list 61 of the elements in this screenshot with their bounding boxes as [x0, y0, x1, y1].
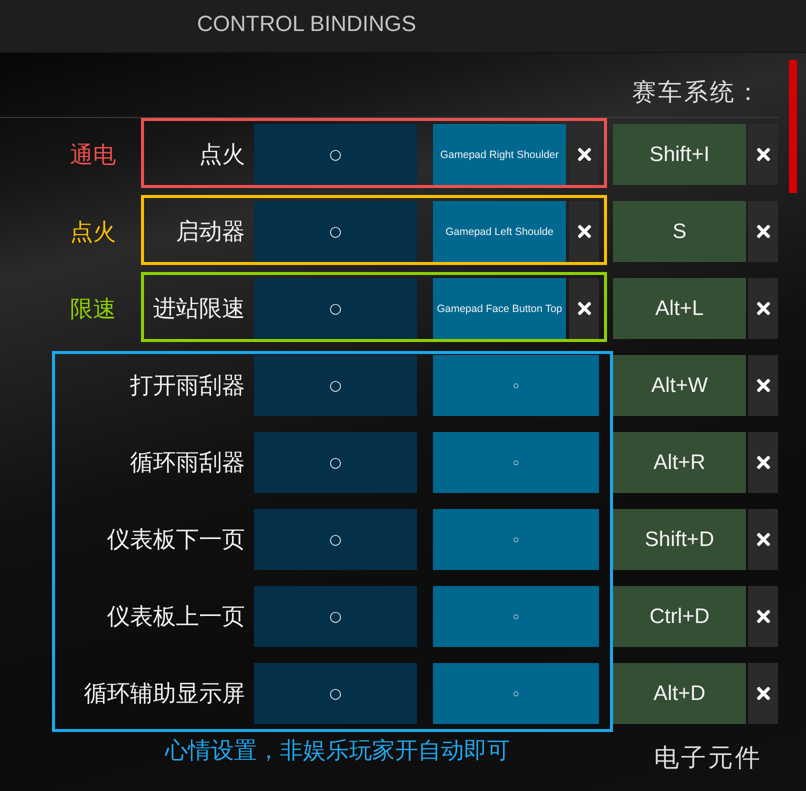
annotation-note: 心情设置，非娱乐玩家开自动即可 — [165, 738, 510, 764]
section-title: 赛车系统： — [632, 77, 762, 108]
gamepad-binding-button[interactable]: Gamepad Face Button Top — [433, 278, 566, 339]
action-label: 循环辅助显示屏 — [84, 680, 245, 709]
clear-button[interactable] — [748, 355, 778, 416]
primary-binding-button[interactable]: ○ — [254, 124, 417, 185]
gamepad-binding-button[interactable]: Gamepad Left Shoulde — [433, 201, 566, 262]
section-title: 电子元件 — [654, 742, 762, 774]
keyboard-binding-button[interactable]: S — [613, 201, 746, 262]
keyboard-binding-button[interactable]: Alt+R — [613, 432, 746, 493]
keyboard-binding-button[interactable]: Alt+W — [613, 355, 746, 416]
clear-button[interactable] — [748, 432, 778, 493]
annotation-note: 限速 — [70, 295, 116, 324]
close-icon — [578, 302, 590, 315]
clear-button[interactable] — [748, 663, 778, 724]
clear-button[interactable] — [748, 278, 778, 339]
annotation-note: 点火 — [70, 218, 116, 247]
action-label: 启动器 — [176, 218, 245, 247]
close-icon — [756, 533, 770, 546]
close-icon — [578, 225, 590, 238]
window-title: CONTROL BINDINGS — [197, 11, 416, 37]
gamepad-binding-button[interactable]: ○ — [433, 355, 599, 416]
primary-binding-button[interactable]: ○ — [254, 663, 417, 724]
close-icon — [756, 148, 770, 161]
primary-binding-button[interactable]: ○ — [254, 355, 417, 416]
clear-button[interactable] — [569, 278, 599, 339]
keyboard-binding-button[interactable]: Alt+D — [613, 663, 746, 724]
action-label: 仪表板上一页 — [107, 603, 245, 632]
action-label: 循环雨刮器 — [130, 449, 245, 478]
close-icon — [756, 687, 770, 700]
primary-binding-button[interactable]: ○ — [254, 278, 417, 339]
clear-button[interactable] — [748, 509, 778, 570]
action-label: 点火 — [199, 141, 245, 170]
keyboard-binding-button[interactable]: Ctrl+D — [613, 586, 746, 647]
keyboard-binding-button[interactable]: Alt+L — [613, 278, 746, 339]
clear-button[interactable] — [748, 201, 778, 262]
gamepad-binding-button[interactable]: Gamepad Right Shoulder — [433, 124, 566, 185]
annotation-note: 通电 — [70, 141, 116, 170]
primary-binding-button[interactable]: ○ — [254, 201, 417, 262]
close-icon — [756, 610, 770, 623]
gamepad-binding-button[interactable]: ○ — [433, 509, 599, 570]
primary-binding-button[interactable]: ○ — [254, 509, 417, 570]
close-icon — [756, 379, 770, 392]
action-label: 打开雨刮器 — [130, 372, 245, 401]
close-icon — [756, 225, 770, 238]
primary-binding-button[interactable]: ○ — [254, 586, 417, 647]
clear-button[interactable] — [748, 124, 778, 185]
keyboard-binding-button[interactable]: Shift+I — [613, 124, 746, 185]
gamepad-binding-button[interactable]: ○ — [433, 586, 599, 647]
keyboard-binding-button[interactable]: Shift+D — [613, 509, 746, 570]
close-icon — [756, 456, 770, 469]
action-label: 进站限速 — [153, 295, 245, 324]
clear-button[interactable] — [748, 586, 778, 647]
clear-button[interactable] — [569, 201, 599, 262]
primary-binding-button[interactable]: ○ — [254, 432, 417, 493]
close-icon — [756, 302, 770, 315]
close-icon — [578, 148, 590, 161]
gamepad-binding-button[interactable]: ○ — [433, 432, 599, 493]
action-label: 仪表板下一页 — [107, 526, 245, 555]
scrollbar-thumb[interactable] — [789, 60, 797, 193]
gamepad-binding-button[interactable]: ○ — [433, 663, 599, 724]
